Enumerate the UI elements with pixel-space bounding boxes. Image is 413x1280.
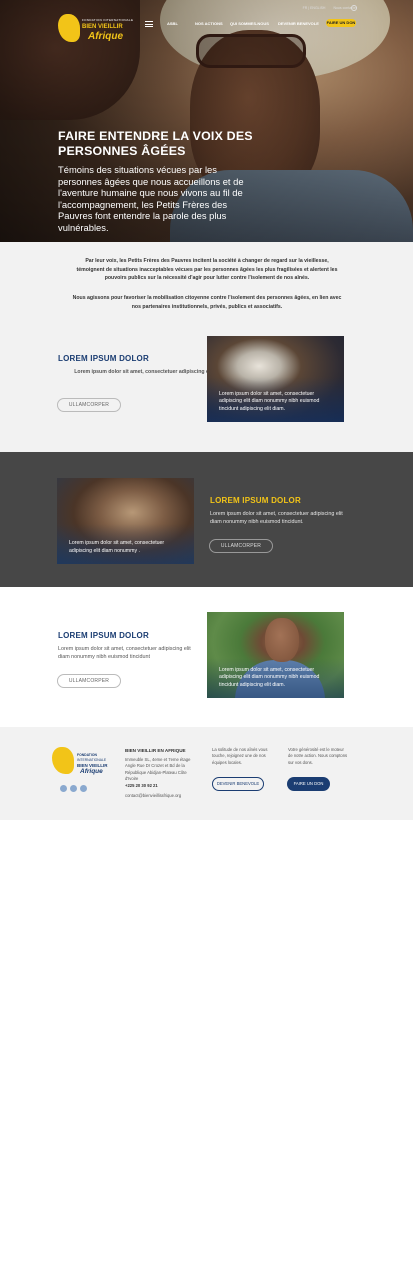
footer-logo-line-1: FONDATION <box>77 753 97 757</box>
footer-phone[interactable]: +225 20 30 92 21 <box>125 783 158 788</box>
volunteer-button[interactable]: DEVENIR BENEVOLE <box>212 777 264 791</box>
section-3-title: LOREM IPSUM DOLOR <box>58 631 149 640</box>
top-links: FR | ENGLISH Nous contacter <box>303 6 357 10</box>
donate-header-button[interactable]: FAIRE UN DON <box>326 19 356 27</box>
section-1-title: LOREM IPSUM DOLOR <box>58 354 149 363</box>
donate-button[interactable]: FAIRE UN DON <box>287 777 330 791</box>
footer: FONDATION INTERNATIONALE BIEN VIEILLIR A… <box>0 727 413 820</box>
logo-line-2: BIEN VIEILLIR <box>82 24 123 30</box>
section-1-caption: Lorem ipsum dolor sit amet, consectetuer… <box>219 390 320 413</box>
section-2-button[interactable]: ULLAMCORPER <box>209 539 273 553</box>
hero-text: Témoins des situations vécues par les pe… <box>58 164 244 233</box>
social-links <box>60 785 87 792</box>
footer-logo-line-1b: INTERNATIONALE <box>77 758 107 762</box>
section-2-text: Lorem ipsum dolor sit amet, consectetuer… <box>210 511 343 526</box>
nav-nos-actions[interactable]: NOS ACTIONS <box>195 21 223 26</box>
nav-devenir-benevole[interactable]: DEVENIR BENEVOLE <box>278 21 319 26</box>
section-3-text: Lorem ipsum dolor sit amet, consectetuer… <box>58 646 191 661</box>
intro-paragraph-1: Par leur voix, les Petits Frères des Pau… <box>76 258 338 282</box>
footer-address: Immeuble SL, 4eme et 7eme étage Angle Ru… <box>125 757 191 782</box>
footer-africa-map-icon <box>52 747 74 774</box>
site-logo[interactable]: FONDATION INTERNATIONALE BIEN VIEILLIR A… <box>58 14 134 44</box>
hero-banner: FR | ENGLISH Nous contacter FONDATION IN… <box>0 0 413 242</box>
section-3-caption: Lorem ipsum dolor sit amet, consectetuer… <box>219 666 320 689</box>
intro-section: Par leur voix, les Petits Frères des Pau… <box>0 242 413 452</box>
section-2: Lorem ipsum dolor sit amet, consectetuer… <box>0 452 413 587</box>
intro-paragraph-2: Nous agissons pour favoriser la mobilisa… <box>72 295 342 310</box>
section-2-title: LOREM IPSUM DOLOR <box>210 496 301 505</box>
section-3-photo: Lorem ipsum dolor sit amet, consectetuer… <box>207 612 344 698</box>
footer-org-name: BIEN VIEILLIR EN AFRIQUE <box>125 748 186 753</box>
footer-logo-line-3: Afrique <box>80 768 103 775</box>
logo-line-1: FONDATION INTERNATIONALE <box>82 18 134 22</box>
logo-line-3: Afrique <box>88 31 123 42</box>
facebook-icon[interactable] <box>80 785 87 792</box>
footer-volunteer-text: La solitude de nos aînés vous touche, re… <box>212 747 268 765</box>
footer-logo[interactable]: FONDATION INTERNATIONALE BIEN VIEILLIR A… <box>52 747 108 777</box>
nav-qui-sommes-nous[interactable]: QUI SOMMES-NOUS <box>230 21 269 26</box>
section-3-button[interactable]: ULLAMCORPER <box>57 674 121 688</box>
section-2-caption: Lorem ipsum dolor sit amet, consectetuer… <box>69 540 165 555</box>
section-1-photo: Lorem ipsum dolor sit amet, consectetuer… <box>207 336 344 422</box>
menu-icon[interactable] <box>145 21 153 27</box>
instagram-icon[interactable] <box>70 785 77 792</box>
twitter-icon[interactable] <box>60 785 67 792</box>
footer-donate-text: Votre générosité est le moteur de notre … <box>288 747 348 765</box>
section-2-photo: Lorem ipsum dolor sit amet, consectetuer… <box>57 478 194 564</box>
hero-title: FAIRE ENTENDRE LA VOIX DES PERSONNES ÂGÉ… <box>58 129 253 158</box>
africa-map-icon <box>58 14 80 42</box>
search-icon[interactable] <box>351 5 357 11</box>
section-1-button[interactable]: ULLAMCORPER <box>57 398 121 412</box>
section-3: LOREM IPSUM DOLOR Lorem ipsum dolor sit … <box>0 587 413 727</box>
section-3-photo-head <box>265 618 299 662</box>
language-switch[interactable]: FR | ENGLISH <box>303 6 326 10</box>
nav-asbl[interactable]: ASBL <box>167 21 178 26</box>
footer-email[interactable]: contact@bienvieillirafrique.org <box>125 793 181 798</box>
